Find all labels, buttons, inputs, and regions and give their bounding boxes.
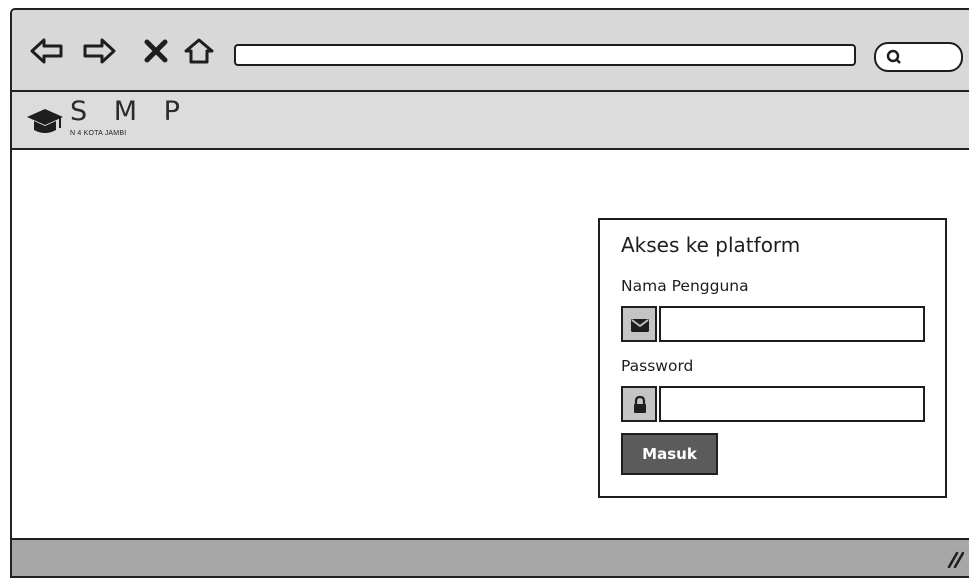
address-bar[interactable]	[234, 44, 856, 66]
password-row	[621, 386, 925, 422]
app-header: S M P N 4 KOTA JAMBI	[12, 92, 969, 150]
browser-window: S M P N 4 KOTA JAMBI Akses ke platform N…	[10, 8, 969, 578]
login-title: Akses ke platform	[621, 233, 801, 257]
password-input[interactable]	[659, 386, 925, 422]
masuk-button[interactable]: Masuk	[621, 433, 718, 475]
password-label: Password	[621, 357, 694, 375]
close-icon[interactable]	[142, 38, 170, 64]
logo-subtitle: N 4 KOTA JAMBI	[70, 130, 127, 137]
username-input[interactable]	[659, 306, 925, 342]
forward-arrow-icon[interactable]	[82, 38, 116, 64]
resize-grip-icon[interactable]	[946, 550, 964, 568]
search-icon	[886, 49, 901, 64]
browser-toolbar	[12, 10, 969, 92]
page-content: Akses ke platform Nama Pengguna Password…	[12, 150, 969, 538]
back-arrow-icon[interactable]	[30, 38, 64, 64]
home-icon[interactable]	[184, 38, 214, 64]
envelope-icon	[621, 306, 657, 342]
username-row	[621, 306, 925, 342]
status-bar	[12, 538, 969, 576]
lock-icon	[621, 386, 657, 422]
browser-search-box[interactable]	[874, 42, 963, 72]
graduation-cap-icon	[27, 109, 63, 133]
username-label: Nama Pengguna	[621, 277, 749, 295]
login-panel: Akses ke platform Nama Pengguna Password…	[598, 218, 947, 498]
logo-title: S M P	[70, 96, 189, 127]
